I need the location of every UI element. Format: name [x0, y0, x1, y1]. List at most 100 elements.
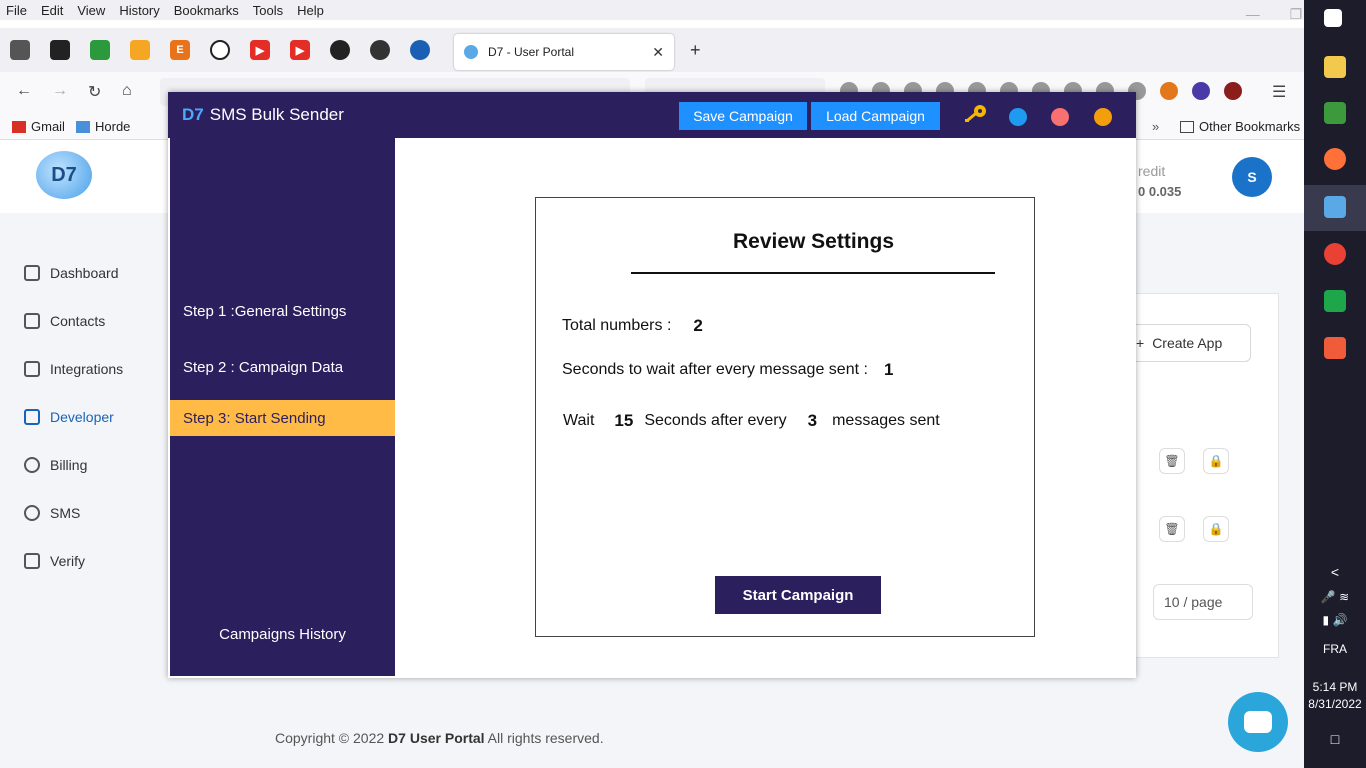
- chrome-icon[interactable]: [1324, 243, 1346, 265]
- chat-icon: [1244, 711, 1272, 733]
- trash-icon[interactable]: 🗑: [1159, 516, 1185, 542]
- mail-icon: [76, 120, 90, 133]
- step-general-settings[interactable]: Step 1 :General Settings: [170, 293, 395, 329]
- status-dot-blue[interactable]: [1009, 108, 1027, 126]
- youtube-icon[interactable]: ▶: [250, 40, 270, 60]
- lock-icon[interactable]: 🔒: [1203, 448, 1229, 474]
- review-settings-panel: Review Settings Total numbers : 2 Second…: [535, 197, 1035, 637]
- menu-history[interactable]: History: [119, 3, 159, 18]
- save-icon[interactable]: [10, 40, 30, 60]
- review-title: Review Settings: [732, 230, 895, 253]
- batch-wait-middle: Seconds after every: [644, 412, 787, 429]
- status-dot-red[interactable]: [1051, 108, 1069, 126]
- chat-button[interactable]: [1228, 692, 1288, 752]
- app-brand: D7: [182, 105, 204, 124]
- lock-icon[interactable]: 🔒: [1203, 516, 1229, 542]
- tab-d7-user-portal[interactable]: D7 - User Portal ✕: [454, 34, 674, 70]
- bookmark-gmail[interactable]: Gmail: [12, 119, 65, 134]
- sms-bulk-sender-window: D7 SMS Bulk Sender Save Campaign Load Cam…: [168, 92, 1136, 678]
- campaigns-history-link[interactable]: Campaigns History: [170, 626, 395, 643]
- minimize-icon[interactable]: —: [1246, 6, 1260, 22]
- more-bookmarks-icon[interactable]: »: [1152, 119, 1159, 134]
- reload-icon[interactable]: ↻: [88, 82, 101, 102]
- message-wait-value: 1: [883, 360, 894, 379]
- pinned-site-icon-2[interactable]: [370, 40, 390, 60]
- forward-icon[interactable]: →: [52, 82, 68, 100]
- windows-start-icon[interactable]: [1324, 9, 1342, 27]
- sidebar-item-dashboard[interactable]: Dashboard: [24, 265, 119, 281]
- youtube-icon-2[interactable]: ▶: [290, 40, 310, 60]
- grid-icon: [24, 361, 40, 377]
- close-tab-icon[interactable]: ✕: [652, 44, 664, 61]
- menu-bookmarks[interactable]: Bookmarks: [174, 3, 239, 18]
- batch-wait-seconds: 15: [614, 411, 634, 430]
- start-campaign-button[interactable]: Start Campaign: [715, 576, 881, 614]
- sidebar-item-contacts[interactable]: Contacts: [24, 313, 105, 329]
- language-indicator[interactable]: FRA: [1304, 642, 1366, 656]
- menu-view[interactable]: View: [77, 3, 105, 18]
- save-campaign-button[interactable]: Save Campaign: [679, 102, 807, 130]
- bookmark-other[interactable]: Other Bookmarks: [1180, 119, 1300, 134]
- trash-icon[interactable]: 🗑: [1159, 448, 1185, 474]
- page-size-select[interactable]: 10 / page: [1153, 584, 1253, 620]
- app-menu-icon[interactable]: ☰: [1272, 82, 1286, 102]
- menu-edit[interactable]: Edit: [41, 3, 63, 18]
- extension-icon[interactable]: [1192, 82, 1210, 100]
- d7-app-icon[interactable]: [1324, 196, 1346, 218]
- profile-icon[interactable]: [1224, 82, 1242, 100]
- sidebar-item-sms[interactable]: SMS: [24, 505, 80, 521]
- title-divider: [631, 272, 995, 274]
- menu-file[interactable]: File: [6, 3, 27, 18]
- clock-date[interactable]: 8/31/2022: [1304, 697, 1366, 711]
- back-icon[interactable]: ←: [16, 82, 32, 100]
- pinned-site-icon-3[interactable]: [410, 40, 430, 60]
- pinned-site-icon[interactable]: [50, 40, 70, 60]
- folder-icon: [1180, 120, 1194, 133]
- status-dot-orange[interactable]: [1094, 108, 1112, 126]
- sidebar-item-integrations[interactable]: Integrations: [24, 361, 123, 377]
- menu-tools[interactable]: Tools: [253, 3, 283, 18]
- checkbox-icon: [24, 553, 40, 569]
- windows-taskbar: < 🎤 ≋ ▮ 🔊 FRA 5:14 PM 8/31/2022 □: [1304, 0, 1366, 768]
- metamask-icon[interactable]: [1160, 82, 1178, 100]
- app-icon[interactable]: [1324, 102, 1346, 124]
- footer: Copyright © 2022 D7 User Portal All righ…: [275, 730, 604, 746]
- credit-display: redit 0 0.035: [1138, 163, 1182, 199]
- app-icon-c-orange[interactable]: [1324, 337, 1346, 359]
- etsy-icon[interactable]: E: [170, 40, 190, 60]
- step-start-sending[interactable]: Step 3: Start Sending: [170, 400, 395, 436]
- key-icon[interactable]: [962, 104, 988, 128]
- menu-help[interactable]: Help: [297, 3, 324, 18]
- leaf-icon[interactable]: [90, 40, 110, 60]
- bookmark-horde[interactable]: Horde: [76, 119, 130, 134]
- restore-icon[interactable]: ❐: [1290, 6, 1303, 23]
- home-icon[interactable]: ⌂: [122, 82, 132, 100]
- create-app-button[interactable]: + Create App: [1125, 324, 1251, 362]
- steps-sidebar: Step 1 :General Settings Step 2 : Campai…: [170, 138, 395, 676]
- sidebar-item-verify[interactable]: Verify: [24, 553, 85, 569]
- message-wait-row: Seconds to wait after every message sent…: [562, 360, 893, 380]
- load-campaign-button[interactable]: Load Campaign: [811, 102, 940, 130]
- sidebar-item-developer[interactable]: Developer: [24, 409, 114, 425]
- pinned-app-icon[interactable]: [130, 40, 150, 60]
- globe-icon[interactable]: [210, 40, 230, 60]
- new-tab-icon[interactable]: +: [690, 40, 701, 61]
- tab-bar: E ▶ ▶ D7 - User Portal ✕ +: [0, 28, 1304, 72]
- github-icon[interactable]: [330, 40, 350, 60]
- firefox-icon[interactable]: [1324, 148, 1346, 170]
- app-icon-c-green[interactable]: [1324, 290, 1346, 312]
- clock-time[interactable]: 5:14 PM: [1304, 680, 1366, 694]
- d7-favicon-icon: [464, 45, 478, 59]
- batch-wait-suffix: messages sent: [832, 412, 940, 429]
- sidebar-item-billing[interactable]: Billing: [24, 457, 87, 473]
- app-title: D7 SMS Bulk Sender: [182, 105, 344, 124]
- total-numbers-label: Total numbers :: [562, 317, 672, 334]
- avatar[interactable]: S: [1232, 157, 1272, 197]
- d7-logo[interactable]: D7: [36, 151, 92, 199]
- chevron-left-icon[interactable]: <: [1304, 564, 1366, 580]
- notification-icon[interactable]: □: [1304, 731, 1366, 747]
- sms-icon: [24, 505, 40, 521]
- file-explorer-icon[interactable]: [1324, 56, 1346, 78]
- step-campaign-data[interactable]: Step 2 : Campaign Data: [170, 349, 395, 385]
- total-numbers-row: Total numbers : 2: [562, 316, 703, 336]
